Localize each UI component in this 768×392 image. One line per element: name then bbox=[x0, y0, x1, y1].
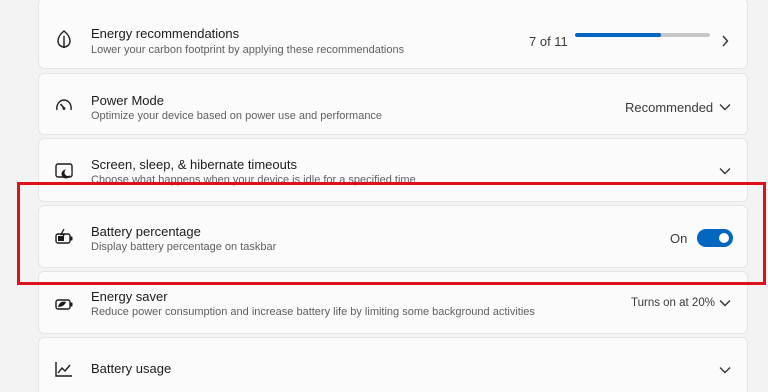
power-mode-description: Optimize your device based on power use … bbox=[91, 110, 383, 122]
battery-charging-icon bbox=[53, 226, 75, 248]
chevron-right-icon bbox=[719, 35, 731, 47]
power-mode-dropdown-value[interactable]: Recommended bbox=[625, 100, 713, 115]
energy-saver-description: Reduce power consumption and increase ba… bbox=[91, 306, 535, 318]
screen-sleep-title: Screen, sleep, & hibernate timeouts bbox=[91, 157, 297, 172]
energy-recommendations-card[interactable]: Energy recommendations Lower your carbon… bbox=[38, 0, 748, 69]
moon-screen-icon bbox=[53, 160, 75, 182]
battery-percentage-description: Display battery percentage on taskbar bbox=[91, 241, 277, 253]
chevron-down-icon[interactable] bbox=[719, 364, 731, 376]
energy-recommendations-progress-fill bbox=[575, 33, 661, 37]
gauge-icon bbox=[53, 95, 75, 117]
energy-recommendations-title: Energy recommendations bbox=[91, 26, 240, 41]
battery-percentage-toggle-state: On bbox=[670, 231, 688, 246]
power-mode-title: Power Mode bbox=[91, 93, 164, 108]
chart-line-icon bbox=[53, 358, 75, 380]
battery-percentage-toggle[interactable] bbox=[697, 229, 733, 247]
chevron-down-icon[interactable] bbox=[719, 297, 731, 309]
screen-sleep-description: Choose what happens when your device is … bbox=[91, 174, 416, 186]
energy-recommendations-description: Lower your carbon footprint by applying … bbox=[91, 44, 405, 56]
leaf-icon bbox=[53, 28, 75, 50]
battery-saver-icon bbox=[53, 292, 75, 314]
energy-saver-dropdown-value[interactable]: Turns on at 20% bbox=[631, 297, 715, 309]
toggle-knob bbox=[719, 233, 729, 243]
power-mode-card[interactable]: Power Mode Optimize your device based on… bbox=[38, 73, 748, 135]
energy-saver-title: Energy saver bbox=[91, 289, 168, 304]
power-battery-settings-page: Energy recommendations Lower your carbon… bbox=[0, 0, 768, 392]
battery-percentage-title: Battery percentage bbox=[91, 224, 201, 239]
energy-saver-card[interactable]: Energy saver Reduce power consumption an… bbox=[38, 271, 748, 334]
screen-sleep-timeouts-card[interactable]: Screen, sleep, & hibernate timeouts Choo… bbox=[38, 138, 748, 202]
battery-percentage-card: Battery percentage Display battery perce… bbox=[38, 205, 748, 268]
chevron-down-icon[interactable] bbox=[719, 101, 731, 113]
energy-recommendations-progress-text: 7 of 11 bbox=[529, 34, 568, 49]
chevron-down-icon[interactable] bbox=[719, 165, 731, 177]
battery-usage-title: Battery usage bbox=[91, 361, 172, 376]
energy-recommendations-progress-bar bbox=[575, 33, 710, 37]
battery-usage-card[interactable]: Battery usage bbox=[38, 337, 748, 392]
